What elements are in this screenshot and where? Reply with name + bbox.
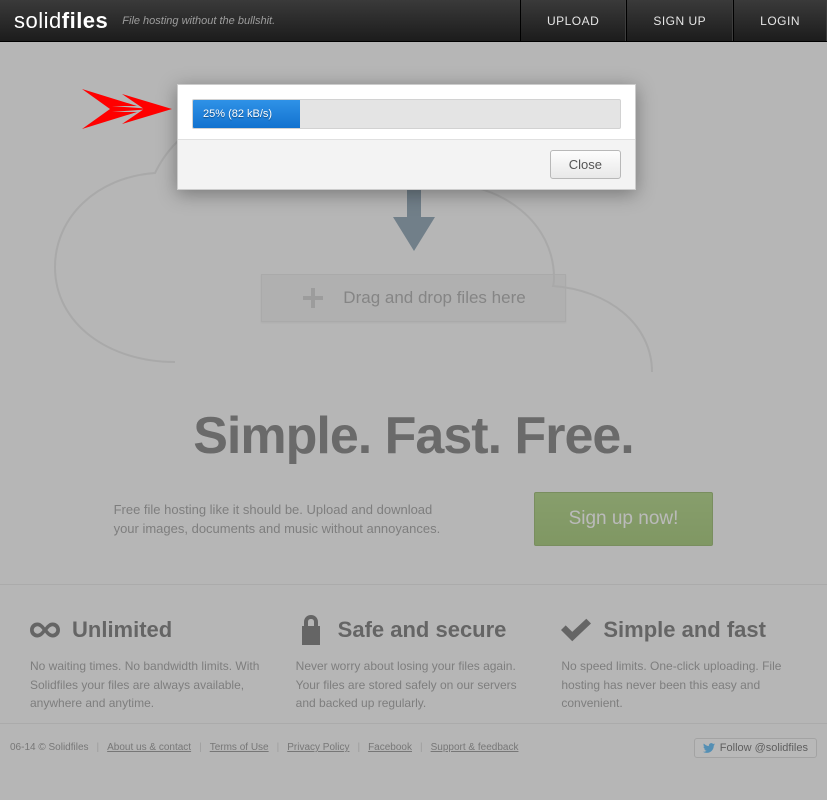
- logo[interactable]: solidfiles: [0, 8, 122, 34]
- tagline: File hosting without the bullshit.: [122, 15, 275, 27]
- logo-light: solid: [14, 8, 62, 33]
- top-nav: UPLOAD SIGN UP LOGIN: [520, 0, 827, 41]
- progress-fill: 25% (82 kB/s): [193, 100, 300, 128]
- logo-bold: files: [62, 8, 109, 33]
- page: Drag and drop files here Simple. Fast. F…: [0, 42, 827, 800]
- top-header: solidfiles File hosting without the bull…: [0, 0, 827, 42]
- progress-bar: 25% (82 kB/s): [192, 99, 621, 129]
- close-button[interactable]: Close: [550, 150, 621, 179]
- nav-signup[interactable]: SIGN UP: [626, 0, 733, 41]
- nav-upload[interactable]: UPLOAD: [520, 0, 626, 41]
- upload-progress-modal: 25% (82 kB/s) Close: [177, 84, 636, 190]
- nav-login[interactable]: LOGIN: [733, 0, 827, 41]
- progress-text: 25% (82 kB/s): [193, 108, 272, 120]
